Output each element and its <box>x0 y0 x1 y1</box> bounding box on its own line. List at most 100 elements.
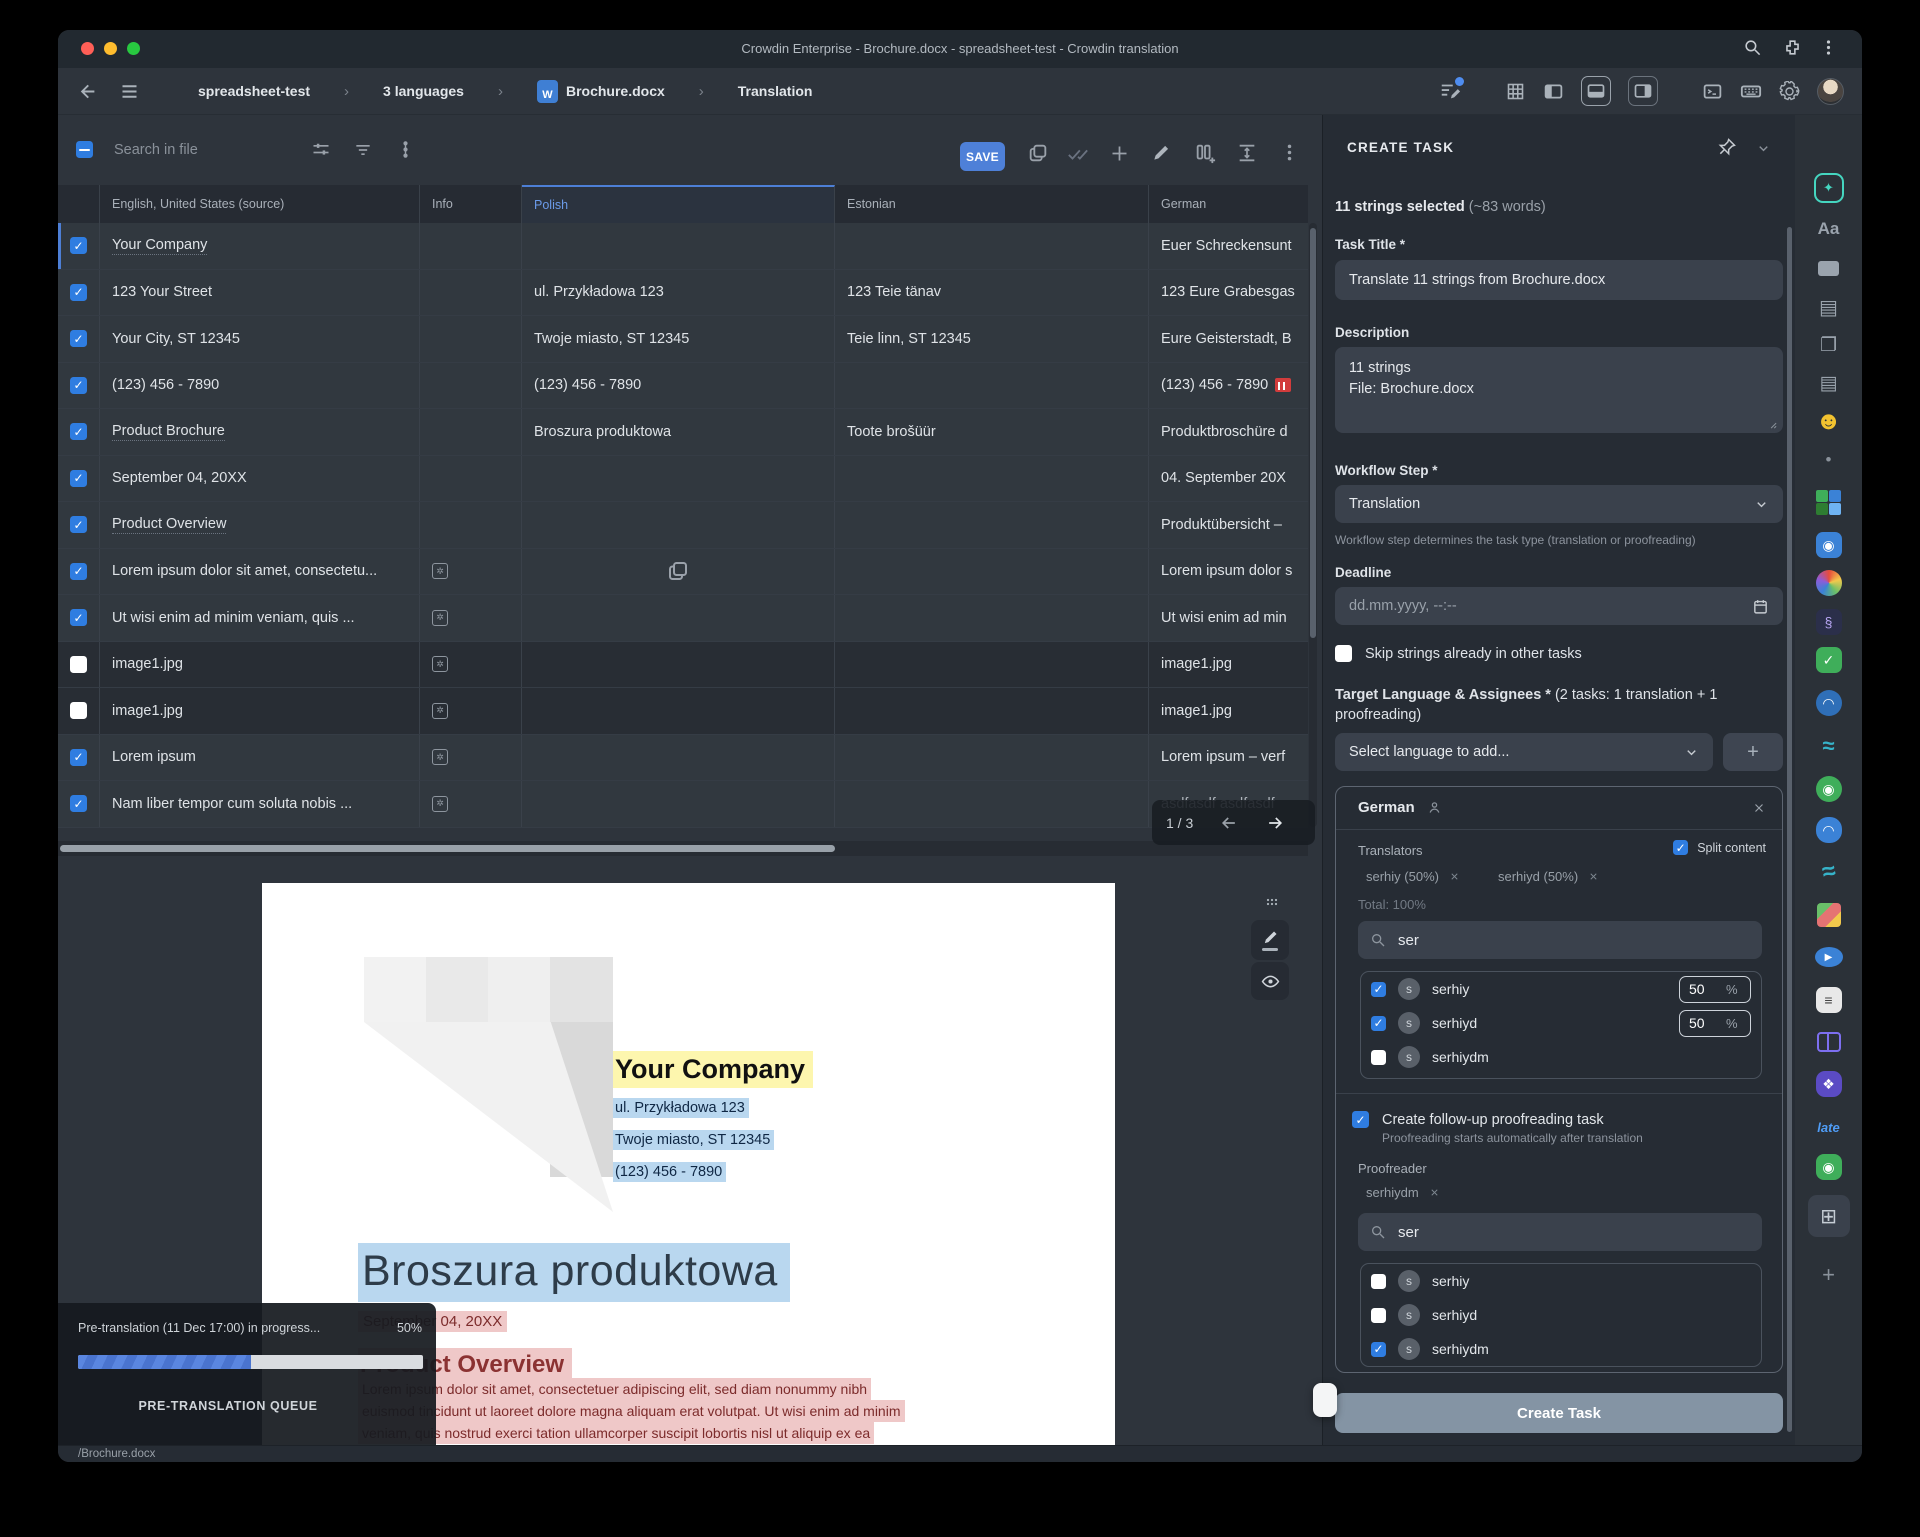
copy-source-icon[interactable] <box>1027 142 1049 164</box>
header-german[interactable]: German <box>1149 185 1308 223</box>
collapse-panel-icon[interactable] <box>1756 141 1771 156</box>
pager-prev-icon[interactable] <box>1219 813 1239 833</box>
percent-input[interactable]: % <box>1679 1010 1751 1037</box>
german-cell[interactable]: 123 Eure Grabesgas <box>1149 270 1308 316</box>
doc-address-line[interactable]: ul. Przykładowa 123 <box>613 1098 749 1118</box>
preview-visibility-button[interactable] <box>1251 962 1289 1000</box>
search-settings-icon[interactable] <box>311 140 331 160</box>
table-row[interactable]: Your City, ST 12345 Twoje miasto, ST 123… <box>58 316 1308 363</box>
translator-option[interactable]: s serhiydm <box>1361 1040 1761 1074</box>
source-text[interactable]: image1.jpg <box>100 642 420 688</box>
console-icon[interactable] <box>1702 81 1723 102</box>
user-checkbox[interactable] <box>1371 1342 1386 1357</box>
add-language-button[interactable]: + <box>1723 733 1783 771</box>
german-cell[interactable]: Produktübersicht – <box>1149 502 1308 548</box>
table-row[interactable]: Your Company Euer Schreckensunt <box>58 223 1308 270</box>
file-info-icon[interactable]: ▤ <box>1814 368 1844 398</box>
save-button[interactable]: SAVE <box>960 142 1005 171</box>
manage-columns-icon[interactable] <box>1194 142 1216 164</box>
add-tool-icon[interactable]: + <box>1814 1260 1844 1290</box>
more-options-icon[interactable] <box>1279 142 1300 163</box>
row-checkbox[interactable] <box>70 609 87 626</box>
polish-cell[interactable] <box>522 688 835 734</box>
chip-close-icon[interactable] <box>1429 1187 1440 1198</box>
row-checkbox[interactable] <box>70 749 87 766</box>
swirl-app-icon[interactable]: ❖ <box>1814 1069 1844 1099</box>
table-row[interactable]: Nam liber tempor cum soluta nobis ... ✲ … <box>58 781 1308 828</box>
estonian-cell[interactable] <box>835 502 1149 548</box>
workflow-step-select[interactable]: Translation <box>1335 485 1783 523</box>
my-tasks-icon[interactable] <box>1439 80 1461 102</box>
german-cell[interactable]: Produktbroschüre d <box>1149 409 1308 455</box>
split-content-checkbox[interactable] <box>1673 840 1688 855</box>
main-menu-icon[interactable] <box>119 81 140 102</box>
side-panel-left-icon[interactable] <box>1543 81 1564 102</box>
controller-app-icon[interactable]: ◠ <box>1814 815 1844 845</box>
notes-app-icon[interactable]: ≡ <box>1814 985 1844 1015</box>
color-wheel-icon[interactable] <box>1814 568 1844 598</box>
doc-title[interactable]: Broszura produktowa <box>358 1243 790 1302</box>
task-title-input[interactable] <box>1335 260 1783 300</box>
tm-card-icon[interactable]: ▤ <box>1814 292 1844 322</box>
proofreader-chip[interactable]: serhiydm <box>1366 1185 1440 1200</box>
polish-cell[interactable] <box>522 456 835 502</box>
translator-option[interactable]: s serhiy % <box>1361 972 1761 1006</box>
estonian-cell[interactable] <box>835 642 1149 688</box>
proofreader-search[interactable] <box>1358 1213 1762 1251</box>
row-checkbox[interactable] <box>70 330 87 347</box>
ai-spark-icon[interactable]: ✦ <box>1814 173 1844 203</box>
string-info-icon[interactable]: ✲ <box>432 656 448 672</box>
zoom-page-icon[interactable] <box>1743 38 1762 57</box>
table-row[interactable]: 123 Your Street ul. Przykładowa 123 123 … <box>58 270 1308 317</box>
proofreader-option[interactable]: s serhiydm <box>1361 1332 1761 1366</box>
user-checkbox[interactable] <box>1371 982 1386 997</box>
german-cell[interactable]: Euer Schreckensunt <box>1149 223 1308 269</box>
row-checkbox[interactable] <box>70 516 87 533</box>
followup-checkbox[interactable] <box>1352 1111 1369 1128</box>
user-checkbox[interactable] <box>1371 1016 1386 1031</box>
row-checkbox[interactable] <box>70 795 87 812</box>
generic-app-icon[interactable]: ◉ <box>1814 774 1844 804</box>
table-row[interactable]: Lorem ipsum ✲ Lorem ipsum – verf <box>58 735 1308 782</box>
remove-language-icon[interactable] <box>1752 801 1766 815</box>
polish-cell[interactable]: Twoje miasto, ST 12345 <box>522 316 835 362</box>
media-eye-icon[interactable]: ▶ <box>1814 942 1844 972</box>
preview-drag-handle-icon[interactable] <box>1261 896 1283 912</box>
translate-icon[interactable]: Aa <box>1814 214 1844 244</box>
german-cell[interactable]: Lorem ipsum dolor s <box>1149 549 1308 595</box>
string-info-icon[interactable]: ✲ <box>432 703 448 719</box>
extensions-puzzle-icon[interactable] <box>1783 38 1802 57</box>
estonian-cell[interactable] <box>835 549 1149 595</box>
polish-cell[interactable] <box>522 735 835 781</box>
header-estonian[interactable]: Estonian <box>835 185 1149 223</box>
table-row[interactable]: Product Overview Produktübersicht – <box>58 502 1308 549</box>
wave-app-icon[interactable]: ≈ <box>1814 731 1844 761</box>
grid-view-icon[interactable] <box>1505 81 1526 102</box>
polish-cell[interactable] <box>522 642 835 688</box>
source-text[interactable]: Lorem ipsum <box>100 735 420 781</box>
search-in-file-input[interactable]: Search in file <box>114 142 198 158</box>
user-checkbox[interactable] <box>1371 1274 1386 1289</box>
estonian-cell[interactable] <box>835 363 1149 409</box>
language-select[interactable]: Select language to add... <box>1335 733 1713 771</box>
table-row[interactable]: Lorem ipsum dolor sit amet, consectetu..… <box>58 549 1308 596</box>
german-cell[interactable]: 04. September 20X <box>1149 456 1308 502</box>
polish-cell[interactable] <box>522 781 835 827</box>
estonian-cell[interactable] <box>835 595 1149 641</box>
source-text[interactable]: image1.jpg <box>100 688 420 734</box>
workflow-steps-icon[interactable] <box>395 139 416 160</box>
source-text[interactable]: Nam liber tempor cum soluta nobis ... <box>100 781 420 827</box>
approve-all-icon[interactable] <box>1067 143 1089 165</box>
estonian-cell[interactable] <box>835 781 1149 827</box>
proofreader-option[interactable]: s serhiyd <box>1361 1298 1761 1332</box>
skip-strings-checkbox[interactable] <box>1335 645 1352 662</box>
translator-search[interactable] <box>1358 921 1762 959</box>
german-cell[interactable]: Eure Geisterstadt, B <box>1149 316 1308 362</box>
translator-chip[interactable]: serhiy (50%) <box>1366 869 1460 884</box>
german-cell[interactable]: image1.jpg <box>1149 642 1308 688</box>
bird-swoosh-icon[interactable]: ≈ <box>1811 854 1847 890</box>
row-checkbox[interactable] <box>70 470 87 487</box>
browser-menu-icon[interactable] <box>1819 38 1838 57</box>
keyboard-shortcuts-icon[interactable] <box>1740 80 1762 102</box>
cube-app-icon[interactable] <box>1814 900 1844 930</box>
